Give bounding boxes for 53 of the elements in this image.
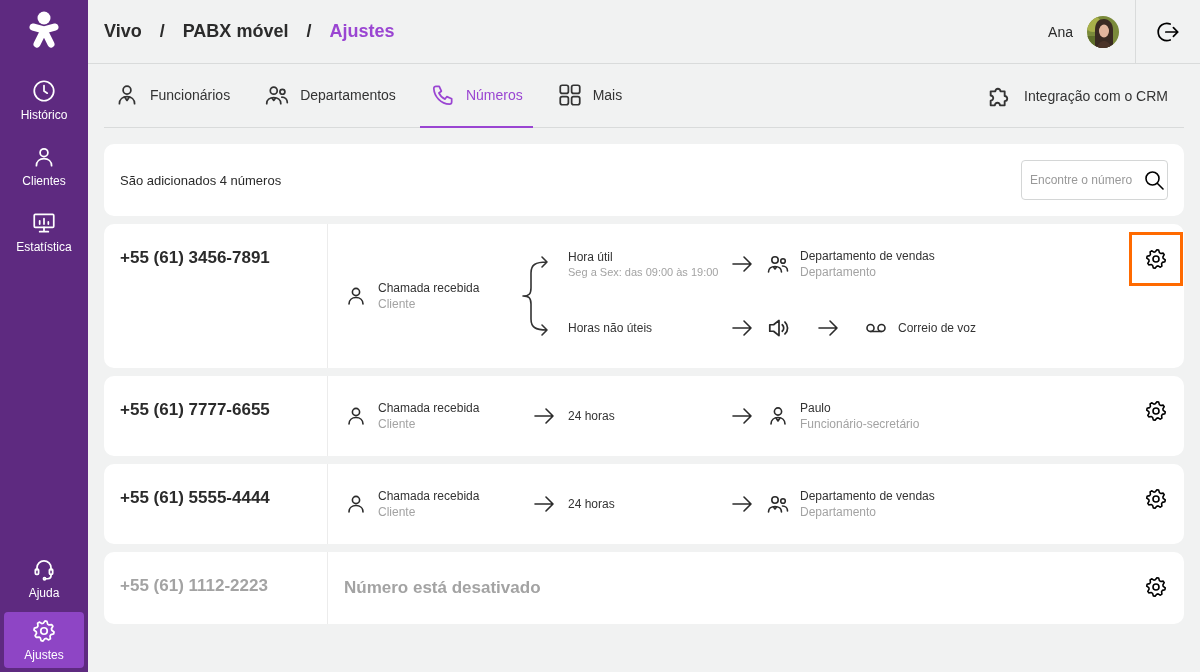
tab[interactable]: Departamentos xyxy=(254,64,406,128)
branch-title: Hora útil xyxy=(568,250,614,264)
settings-icon xyxy=(1144,575,1168,599)
node-subtitle: Cliente xyxy=(378,505,417,519)
branch-title: 24 horas xyxy=(568,497,616,511)
clock-icon xyxy=(31,78,57,104)
settings-button[interactable] xyxy=(1129,232,1183,286)
phone-number: +55 (61) 5555-4444 xyxy=(104,464,328,544)
settings-icon xyxy=(1144,487,1168,511)
settings-icon xyxy=(1144,399,1168,423)
node-title: Correio de voz xyxy=(898,321,977,335)
tab[interactable]: Mais xyxy=(546,64,633,128)
breadcrumb-link[interactable]: PABX móvel xyxy=(182,21,289,42)
node-subtitle: Departamento xyxy=(800,505,878,519)
node-title: Chamada recebida xyxy=(378,489,480,503)
search-field[interactable]: Encontre o número xyxy=(1021,160,1168,200)
node-subtitle: Cliente xyxy=(378,417,417,431)
sidebar-item[interactable]: Ajuda xyxy=(4,550,84,606)
node-subtitle: Cliente xyxy=(378,297,417,311)
node-title: Chamada recebida xyxy=(378,281,480,295)
breadcrumb-separator: / xyxy=(159,21,165,42)
tab[interactable]: Números xyxy=(419,64,533,128)
sidebar-item[interactable]: Ajustes xyxy=(4,612,84,668)
phone-number: +55 (61) 1112-2223 xyxy=(104,552,328,624)
user-name: Ana xyxy=(1048,23,1073,40)
sidebar-item[interactable]: Histórico xyxy=(4,72,84,128)
settings-icon xyxy=(31,618,57,644)
logo-icon xyxy=(28,10,60,50)
search-icon xyxy=(1142,168,1166,192)
breadcrumb-link[interactable]: Ajustes xyxy=(329,21,395,42)
node-title: Chamada recebida xyxy=(378,401,480,415)
grid-icon xyxy=(556,82,583,108)
node-title: Paulo xyxy=(800,401,832,415)
sidebar-item[interactable]: Clientes xyxy=(4,138,84,194)
crm-link[interactable]: Integração com o CRM xyxy=(986,64,1184,127)
phone-number: +55 (61) 7777-6655 xyxy=(104,376,328,456)
search-button[interactable] xyxy=(1142,168,1166,192)
phone-number: +55 (61) 3456-7891 xyxy=(104,224,328,368)
status-message: Número está desativado xyxy=(344,578,541,598)
node-subtitle: Funcionário-secretário xyxy=(800,417,920,431)
branch-title: 24 horas xyxy=(568,409,616,423)
chart-monitor-icon xyxy=(31,210,57,236)
numbers-count: São adicionados 4 números xyxy=(120,172,283,188)
breadcrumb-separator: / xyxy=(306,21,312,42)
node-title: Departamento de vendas xyxy=(800,249,935,263)
sidebar-item[interactable]: Estatística xyxy=(4,204,84,260)
breadcrumb-link[interactable]: Vivo xyxy=(104,21,142,42)
branch-title: Horas não úteis xyxy=(568,321,654,335)
node-title: Departamento de vendas xyxy=(800,489,935,503)
branch-subtitle: Seg a Sex: das 09:00 às 19:00 xyxy=(568,266,720,278)
node-subtitle: Departamento xyxy=(800,265,878,279)
tab[interactable]: Funcionários xyxy=(104,64,241,128)
settings-icon xyxy=(1144,247,1168,271)
